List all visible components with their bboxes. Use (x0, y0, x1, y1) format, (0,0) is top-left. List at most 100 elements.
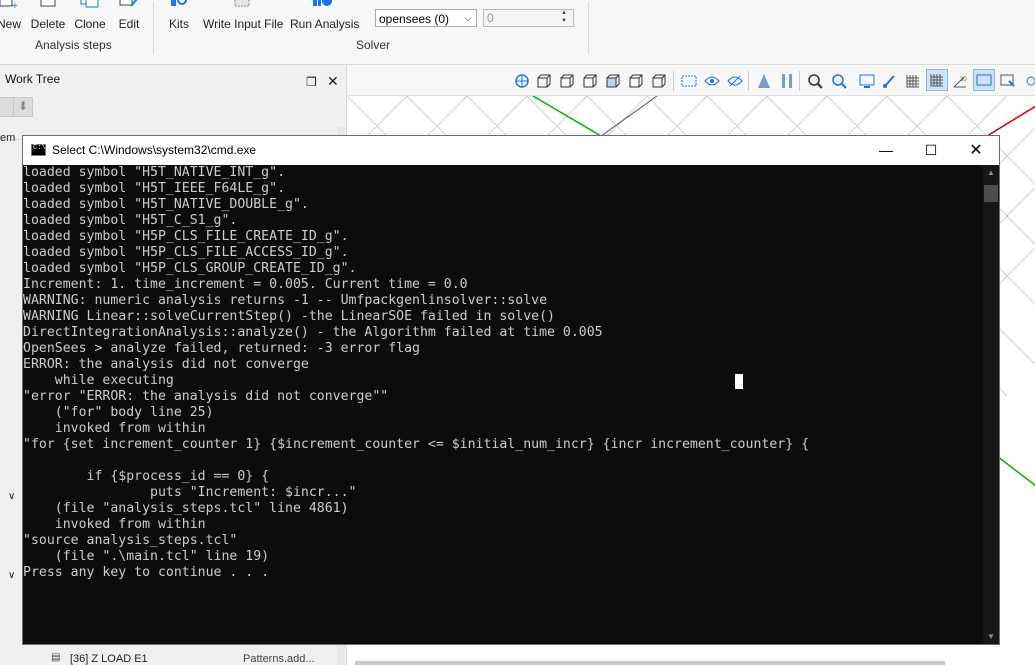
kits-icon (171, 0, 187, 6)
console-line: ("for" body line 25) (23, 405, 214, 420)
angle-icon[interactable]: 30 (952, 73, 968, 89)
toolbar-separator (799, 71, 800, 91)
viewport-scrollbar[interactable] (355, 661, 945, 665)
console-line: loaded symbol "H5T_NATIVE_INT_g". (23, 165, 286, 180)
grid-icon[interactable] (905, 73, 921, 89)
tree-column-label: em (0, 132, 16, 144)
view-cube-icon[interactable] (605, 73, 621, 89)
processes-spinbox[interactable]: 0 ▲ ▼ (483, 9, 574, 27)
console-line: loaded symbol "H5P_CLS_FILE_CREATE_ID_g"… (23, 229, 349, 244)
console-line: invoked from within (23, 517, 206, 532)
console-line: "source analysis_steps.tcl" (23, 533, 238, 548)
eye-icon[interactable] (704, 73, 720, 89)
console-output[interactable]: loaded symbol "H5T_NATIVE_INT_g".loaded … (23, 165, 983, 644)
spin-up-icon[interactable]: ▲ (561, 10, 571, 17)
write-input-file-button[interactable]: Write Input File (203, 0, 283, 36)
close-icon: ✕ (969, 142, 983, 159)
view-cube-icon[interactable] (536, 73, 552, 89)
cmd-window-title: Select C:\Windows\system32\cmd.exe (52, 143, 257, 157)
console-line: Increment: 1. time_increment = 0.005. Cu… (23, 277, 468, 292)
clone-step-button[interactable]: Clone (73, 0, 107, 36)
processes-value: 0 (487, 11, 494, 25)
spin-down-icon[interactable]: ▼ (561, 18, 571, 25)
console-line: loaded symbol "H5P_CLS_GROUP_CREATE_ID_g… (23, 261, 357, 276)
analysis-steps-group-label: Analysis steps (35, 38, 112, 52)
tree-toolbar-button[interactable] (0, 97, 14, 117)
console-text: loaded symbol "H5T_NATIVE_INT_g".loaded … (23, 165, 983, 581)
write-file-icon (234, 0, 249, 7)
view-cube-icon[interactable] (628, 73, 644, 89)
screenshot-icon[interactable] (859, 73, 875, 89)
console-scrollbar[interactable]: ▲ ▼ (983, 165, 999, 644)
view-cube-icon[interactable] (582, 73, 598, 89)
zoom-fit-icon[interactable] (807, 73, 823, 89)
expand-chevron-icon[interactable]: ∨ (8, 570, 15, 581)
toolbar-separator (673, 71, 674, 91)
cursor-icon[interactable] (1000, 73, 1016, 89)
axes-icon[interactable] (514, 73, 530, 89)
run-analysis-button[interactable]: Run Analysis (290, 0, 359, 36)
delete-step-button[interactable]: Delete (29, 0, 67, 36)
text-cursor (735, 374, 743, 389)
move-down-button[interactable]: ⬇ (13, 97, 33, 117)
zoom-icon[interactable] (831, 73, 847, 89)
new-step-button[interactable]: + New (0, 0, 22, 36)
console-line: WARNING Linear::solveCurrentStep() -the … (23, 309, 555, 324)
svg-text:30: 30 (960, 77, 967, 83)
console-line: (file ".\main.tcl" line 19) (23, 549, 270, 564)
close-icon[interactable]: ✕ (327, 73, 339, 90)
run-icon (313, 0, 332, 6)
node-icon[interactable] (1025, 73, 1035, 89)
solver-select-value: opensees (0) (379, 12, 450, 26)
toolbar-separator (748, 71, 749, 91)
console-line: if {$process_id == 0} { (23, 469, 270, 484)
close-button[interactable]: ✕ (953, 136, 999, 165)
solver-group-label: Solver (356, 38, 391, 52)
edit-icon (119, 0, 138, 7)
ribbon-separator (588, 2, 589, 54)
maximize-button[interactable]: ☐ (908, 136, 954, 165)
ribbon-separator (153, 2, 154, 54)
restore-icon[interactable]: ❐ (306, 75, 317, 89)
kits-button[interactable]: Kits (165, 0, 193, 36)
console-line: loaded symbol "H5T_C_S1_g". (23, 213, 238, 228)
columns-icon[interactable] (779, 73, 795, 89)
minimize-button[interactable]: — (863, 136, 909, 165)
console-line: DirectIntegrationAnalysis::analyze() - t… (23, 325, 603, 340)
grid-view-icon[interactable] (681, 73, 697, 89)
grid-toggle-active[interactable] (926, 69, 948, 91)
panel-title: Work Tree (5, 72, 61, 86)
cmd-titlebar[interactable]: C:\ Select C:\Windows\system32\cmd.exe —… (23, 136, 999, 165)
tree-item-value: Patterns.add... (243, 653, 315, 665)
cmd-window: C:\ Select C:\Windows\system32\cmd.exe —… (22, 135, 1000, 645)
tree-item-label[interactable]: [36] Z LOAD E1 (70, 653, 148, 665)
solver-select[interactable]: opensees (0) ⌵ (375, 9, 477, 27)
arrow-down-icon: ⬇ (18, 99, 29, 113)
brush-icon[interactable] (882, 73, 898, 89)
view-cube-icon[interactable] (559, 73, 575, 89)
maximize-icon: ☐ (924, 142, 938, 158)
hide-eye-icon[interactable] (727, 73, 743, 89)
console-line: "for {set increment_counter 1} {$increme… (23, 437, 810, 452)
window-icon (976, 74, 992, 86)
scrollbar-thumb[interactable] (984, 185, 998, 202)
svg-text:+: + (12, 1, 18, 10)
y-axis-line (532, 96, 602, 137)
view-toolbar: 30 (347, 65, 1035, 96)
console-line: loaded symbol "H5P_CLS_FILE_ACCESS_ID_g"… (23, 245, 349, 260)
z-axis-line (996, 455, 1035, 487)
triangle-icon[interactable] (756, 73, 772, 89)
scroll-down-icon[interactable]: ▼ (983, 632, 999, 641)
scroll-up-icon[interactable]: ▲ (983, 168, 999, 177)
console-line: while executing (23, 373, 174, 388)
delete-icon (40, 0, 56, 7)
console-line: (file "analysis_steps.tcl" line 4861) (23, 501, 349, 516)
chevron-down-icon: ⌵ (464, 13, 472, 24)
edit-step-button[interactable]: Edit (114, 0, 144, 36)
cmd-icon: C:\ (31, 144, 46, 156)
window-toggle-active[interactable] (973, 69, 995, 91)
expand-chevron-icon[interactable]: ∨ (8, 491, 15, 502)
grid-icon (930, 74, 943, 87)
view-cube-icon[interactable] (651, 73, 667, 89)
